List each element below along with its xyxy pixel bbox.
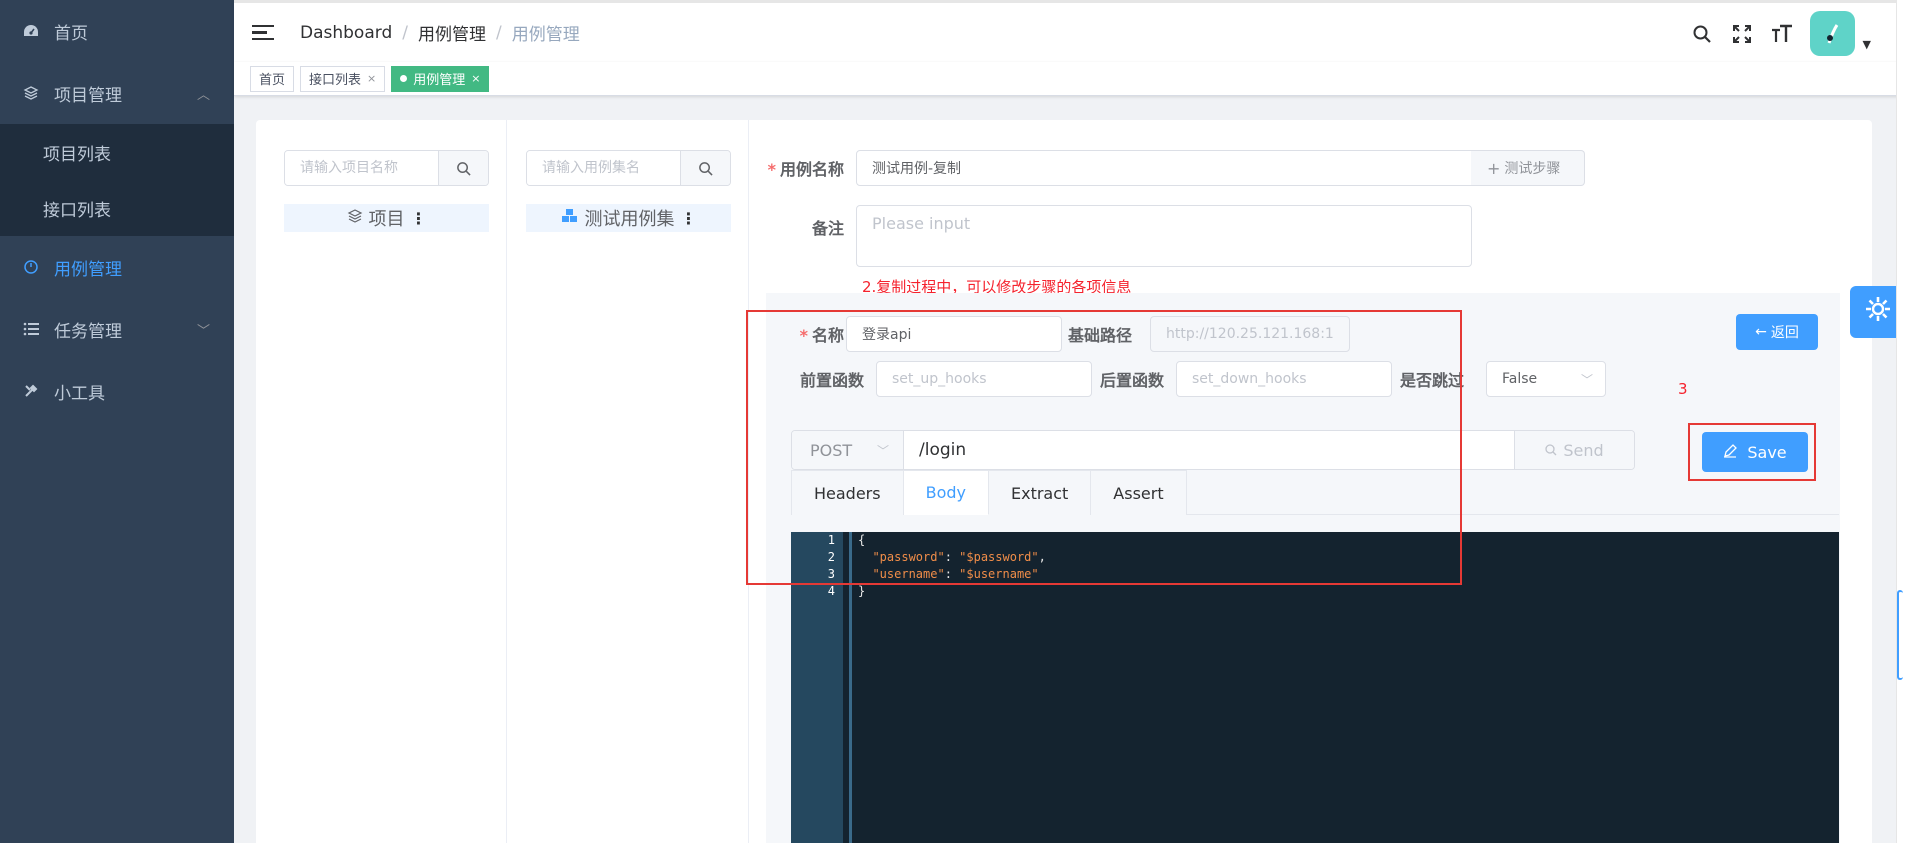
case-set-search-input[interactable] (527, 151, 680, 185)
close-icon[interactable]: × (471, 72, 480, 85)
send-button[interactable]: Send (1514, 431, 1634, 469)
chevron-up-icon: ︿ (196, 87, 210, 103)
remark-label: 备注 (811, 219, 844, 238)
case-name-label: * 用例名称 (767, 160, 844, 179)
dashboard-icon (22, 22, 40, 40)
skip-select[interactable]: False ﹀ (1486, 361, 1606, 397)
tag-label: 用例管理 (413, 73, 466, 88)
sidebar-item-label: 首页 (54, 23, 88, 44)
case-name-input[interactable]: 测试用例-复制 (856, 150, 1472, 186)
sidebar-item-project-list[interactable]: 项目列表 (0, 124, 234, 180)
case-set-search (526, 150, 731, 186)
more-vertical-icon[interactable]: ⋮ (681, 209, 697, 228)
close-icon[interactable]: × (367, 72, 376, 85)
scrollbar-thumb[interactable] (1897, 590, 1903, 680)
project-submenu: 项目列表 接口列表 (0, 124, 234, 236)
search-icon[interactable] (1690, 22, 1714, 46)
sidebar-item-label: 小工具 (54, 383, 105, 404)
chevron-down-icon: ﹀ (1580, 372, 1593, 387)
search-icon[interactable] (438, 151, 488, 185)
tag-api-list[interactable]: 接口列表 × (300, 65, 386, 92)
chevron-down-icon: ﹀ (196, 323, 210, 339)
sidebar-item-case-management[interactable]: 用例管理 (0, 236, 234, 298)
sidebar-item-label: 用例管理 (54, 259, 122, 280)
code-line: } (858, 584, 866, 598)
navbar: Dashboard / 用例管理 / 用例管理 ▼ (234, 0, 1905, 62)
search-icon[interactable] (680, 151, 730, 185)
tools-icon (22, 382, 40, 400)
breadcrumb-item-current: 用例管理 (511, 25, 580, 45)
annotation-number: 3 (1678, 380, 1688, 398)
list-icon (22, 320, 40, 338)
sidebar-item-project-management[interactable]: 项目管理 ︿ (0, 62, 234, 124)
avatar[interactable] (1809, 11, 1855, 56)
sidebar-item-home[interactable]: 首页 (0, 0, 234, 62)
main-card: 项目 ⋮ 测试用例集 ⋮ *用例名称 测试用例-复制 +测试步骤 备注 Plea… (256, 120, 1872, 843)
gear-icon (1864, 295, 1892, 330)
arrow-left-icon: ← (1755, 324, 1767, 340)
tree-node-label: 测试用例集 (584, 209, 675, 230)
target-icon (22, 258, 40, 276)
cubes-icon (561, 208, 579, 229)
plus-icon: + (1487, 158, 1501, 178)
hamburger-icon[interactable] (252, 24, 274, 41)
search-icon (1545, 441, 1557, 460)
tree-node-label: 项目 (368, 209, 405, 230)
sidebar-item-label: 任务管理 (54, 321, 122, 342)
breadcrumb-item[interactable]: Dashboard (300, 23, 392, 43)
sidebar: 首页 项目管理 ︿ 项目列表 接口列表 用例管理 任务管理 ﹀ 小工具 (0, 0, 234, 843)
breadcrumb: Dashboard / 用例管理 / 用例管理 (300, 20, 580, 46)
sidebar-item-api-list[interactable]: 接口列表 (0, 180, 234, 236)
tag-case-management[interactable]: 用例管理 × (391, 65, 490, 92)
layers-icon (22, 84, 40, 102)
case-set-tree-node[interactable]: 测试用例集 ⋮ (526, 204, 731, 232)
more-vertical-icon[interactable]: ⋮ (411, 209, 427, 228)
project-tree-node[interactable]: 项目 ⋮ (284, 204, 489, 232)
page-scrollbar[interactable] (1896, 0, 1905, 843)
layers-icon (347, 208, 363, 229)
navbar-right: ▼ (1690, 11, 1871, 56)
project-panel: 项目 ⋮ (284, 150, 489, 232)
test-steps-button[interactable]: + 测试步骤 (1471, 150, 1585, 186)
highlight-box-step (746, 310, 1462, 585)
sidebar-item-label: 项目管理 (54, 85, 122, 106)
project-search (284, 150, 489, 186)
breadcrumb-item[interactable]: 用例管理 (418, 20, 486, 45)
font-size-icon[interactable] (1770, 22, 1794, 46)
tags-view: 首页 接口列表 × 用例管理 × (234, 62, 1905, 96)
project-search-input[interactable] (285, 151, 438, 185)
active-dot-icon (400, 75, 408, 82)
remark-textarea[interactable]: Please input (856, 205, 1472, 267)
tag-label: 接口列表 (309, 73, 362, 88)
fullscreen-icon[interactable] (1730, 22, 1754, 46)
tag-home[interactable]: 首页 (250, 65, 295, 92)
case-set-panel: 测试用例集 ⋮ (526, 150, 731, 232)
sidebar-item-task-management[interactable]: 任务管理 ﹀ (0, 298, 234, 360)
tag-label: 首页 (259, 73, 286, 88)
caret-down-icon[interactable]: ▼ (1863, 38, 1871, 51)
back-button[interactable]: ← 返回 (1736, 314, 1818, 350)
sidebar-item-tools[interactable]: 小工具 (0, 360, 234, 422)
